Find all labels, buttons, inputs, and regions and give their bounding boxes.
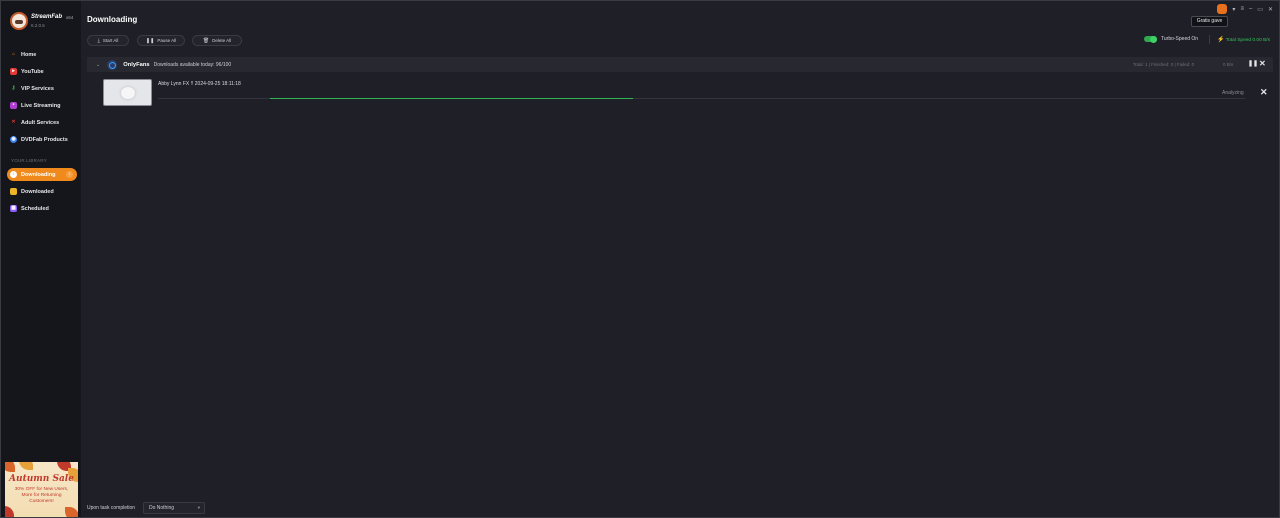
trash-icon: 🗑 [202, 37, 210, 44]
chevron-down-icon[interactable]: ⌄ [96, 62, 100, 68]
maximize-icon[interactable]: ▭ [1257, 6, 1263, 13]
sidebar-item-label: Live Streaming [21, 102, 61, 109]
total-speed-label: Total Speed 0.00 B/s [1225, 38, 1271, 43]
close-icon[interactable]: ✕ [1268, 6, 1273, 13]
completion-select[interactable]: Do Nothing ▾ [143, 502, 205, 514]
promo-title: Autumn Sale [9, 474, 74, 484]
sidebar-item-label: Adult Services [21, 119, 60, 126]
minimize-icon[interactable]: – [1249, 6, 1252, 12]
download-group-header[interactable]: ⌄ OnlyFans Downloads available today: 96… [87, 57, 1273, 72]
home-icon: ⌂ [11, 51, 16, 57]
onlyfans-logo-icon [107, 59, 118, 70]
task-close-icon[interactable]: ✕ [1260, 87, 1268, 98]
video-thumbnail [103, 79, 152, 106]
brand: StreamFab x64 6.2.0.5 [10, 12, 80, 32]
sidebar-item-label: Downloading [21, 171, 56, 178]
leaf-icon [65, 507, 78, 517]
completion-value: Do Nothing [149, 505, 175, 511]
adult-icon: ✕ [11, 119, 16, 125]
group-speed: 0 B/s [1223, 62, 1234, 67]
download-icon: ↓ [10, 171, 17, 178]
window-controls: ▾ ≡ – ▭ ✕ [1217, 4, 1273, 14]
task-title: Abby Lynn FX !! 2024-09-25 18:11:18 [158, 81, 241, 87]
sidebar-item-label: Downloaded [21, 188, 54, 195]
leaf-icon [5, 462, 15, 472]
app-bits: x64 [66, 15, 74, 20]
pause-icon: ❚❚ [145, 37, 155, 44]
lightning-icon: ⚡ [1217, 37, 1225, 43]
pause-all-label: Pause All [157, 38, 177, 43]
calendar-icon: ▦ [10, 205, 17, 212]
completion-label: Upon task completion [87, 505, 136, 511]
group-pause-icon[interactable]: ❚❚ [1248, 60, 1258, 67]
chevron-down-icon: ▾ [197, 505, 200, 510]
dvdfab-icon: ◉ [10, 136, 17, 143]
app-version: 6.2.0.5 [31, 23, 45, 28]
app-name: StreamFab [31, 14, 63, 20]
tooltip: Gratis gave [1191, 16, 1228, 27]
task-status: Analyzing [1222, 90, 1244, 96]
folder-icon [10, 188, 17, 195]
sidebar-item-label: Scheduled [21, 205, 49, 212]
sidebar-item-downloaded[interactable]: Downloaded [7, 185, 77, 198]
group-close-icon[interactable]: ✕ [1259, 59, 1266, 68]
leaf-icon [5, 506, 14, 517]
download-count-icon: ↓ [66, 171, 73, 178]
sidebar-item-label: YouTube [21, 68, 44, 75]
group-name: OnlyFans [123, 61, 150, 68]
delete-all-label: Delete All [212, 38, 232, 43]
streamfab-logo-icon [10, 12, 28, 30]
total-speed: ⚡ Total Speed 0.00 B/s [1217, 36, 1270, 43]
sidebar: StreamFab x64 6.2.0.5 ⌂ Home ▸ YouTube ⚷… [1, 1, 81, 517]
leaf-icon [19, 462, 33, 470]
sidebar-item-label: DVDFab Products [21, 136, 68, 143]
sidebar-item-youtube[interactable]: ▸ YouTube [7, 65, 77, 78]
key-icon: ⚷ [11, 85, 16, 91]
start-all-label: Start All [102, 38, 119, 43]
dropdown-icon[interactable]: ▾ [1232, 6, 1235, 13]
sidebar-item-scheduled[interactable]: ▦ Scheduled [7, 202, 77, 215]
start-all-button[interactable]: ⤓ Start All [87, 35, 129, 46]
divider [1209, 35, 1210, 44]
live-icon: • [10, 102, 17, 109]
sidebar-item-label: VIP Services [21, 85, 54, 92]
page-title: Downloading [87, 15, 138, 24]
promo-line: Customers! [29, 499, 54, 504]
delete-all-button[interactable]: 🗑 Delete All [192, 35, 242, 46]
menu-icon[interactable]: ≡ [1240, 6, 1244, 12]
turbo-speed-label: Turbo-Speed On [1161, 36, 1199, 42]
turbo-speed-toggle[interactable] [1144, 35, 1157, 43]
app-window: StreamFab x64 6.2.0.5 ⌂ Home ▸ YouTube ⚷… [0, 0, 1280, 518]
fox-mascot-icon[interactable] [1217, 4, 1228, 14]
sidebar-item-dvdfab-products[interactable]: ◉ DVDFab Products [7, 133, 77, 146]
youtube-icon: ▸ [10, 68, 17, 75]
progress-fill [270, 98, 633, 99]
library-title: YOUR LIBRARY [11, 158, 47, 163]
sidebar-item-label: Home [21, 51, 37, 58]
pause-all-button[interactable]: ❚❚ Pause All [137, 35, 185, 46]
group-availability: Downloads available today: 96/100 [153, 61, 232, 68]
group-stats: Total: 1 | Finished: 0 | Failed: 0 [1133, 62, 1195, 67]
sidebar-item-home[interactable]: ⌂ Home [7, 48, 77, 61]
turbo-speed: Turbo-Speed On [1144, 35, 1199, 43]
sidebar-item-vip-services[interactable]: ⚷ VIP Services [7, 82, 77, 95]
sidebar-item-adult-services[interactable]: ✕ Adult Services [7, 116, 77, 129]
download-icon: ⤓ [97, 37, 100, 44]
sidebar-item-live-streaming[interactable]: • Live Streaming [7, 99, 77, 112]
sidebar-item-downloading[interactable]: ↓ Downloading ↓ [7, 168, 77, 181]
promo-banner[interactable]: Autumn Sale 30% OFF for New Users, More … [5, 462, 78, 517]
